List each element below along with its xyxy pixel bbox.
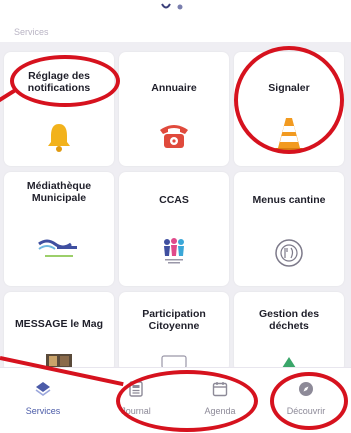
bottom-nav: Services Journal Agenda Découvrir <box>0 367 351 433</box>
tile-label: Menus cantine <box>252 194 326 206</box>
top-bar <box>0 0 351 18</box>
tile-label: Signaler <box>268 82 310 94</box>
journal-icon <box>129 381 143 397</box>
traffic-cone-icon <box>234 116 344 154</box>
tile-annuaire[interactable]: Annuaire <box>119 52 229 166</box>
services-grid: Réglage des notifications Annuaire Signa… <box>0 42 351 372</box>
tile-label: Gestion des déchets <box>258 308 320 332</box>
nav-agenda[interactable]: Agenda <box>185 368 255 428</box>
tile-label: CCAS <box>159 194 189 206</box>
mediatheque-logo <box>4 236 114 262</box>
tile-ccas[interactable]: CCAS <box>119 172 229 286</box>
nav-label: Journal <box>121 406 151 416</box>
tile-label: Médiathèque Municipale <box>26 180 92 204</box>
nav-label: Services <box>25 406 61 416</box>
nav-label: Découvrir <box>286 406 326 416</box>
tile-menus-cantine[interactable]: Menus cantine <box>234 172 344 286</box>
services-icon <box>35 382 51 396</box>
bell-icon <box>4 122 114 152</box>
tile-label: Annuaire <box>151 82 197 94</box>
nav-services[interactable]: Services <box>8 368 78 428</box>
discover-icon <box>299 382 313 396</box>
nav-decouvrir[interactable]: Découvrir <box>271 368 341 428</box>
participation-icon <box>119 354 229 368</box>
tile-notifications[interactable]: Réglage des notifications <box>4 52 114 166</box>
section-title: Services <box>14 27 49 37</box>
recycling-icon <box>234 354 344 368</box>
plate-icon <box>234 238 344 268</box>
ccas-logo <box>119 236 229 266</box>
tile-signaler[interactable]: Signaler <box>234 52 344 166</box>
telephone-icon <box>119 122 229 150</box>
app-logo <box>161 3 183 10</box>
tile-mediatheque[interactable]: Médiathèque Municipale <box>4 172 114 286</box>
tile-label: Participation Citoyenne <box>142 308 206 332</box>
calendar-icon <box>212 382 228 397</box>
nav-journal[interactable]: Journal <box>101 368 171 428</box>
nav-label: Agenda <box>204 406 236 416</box>
tile-label: Réglage des notifications <box>27 70 91 94</box>
tile-label: MESSAGE le Mag <box>14 318 104 330</box>
tile-gestion-dechets[interactable]: Gestion des déchets <box>234 292 344 372</box>
tile-participation-citoyenne[interactable]: Participation Citoyenne <box>119 292 229 372</box>
